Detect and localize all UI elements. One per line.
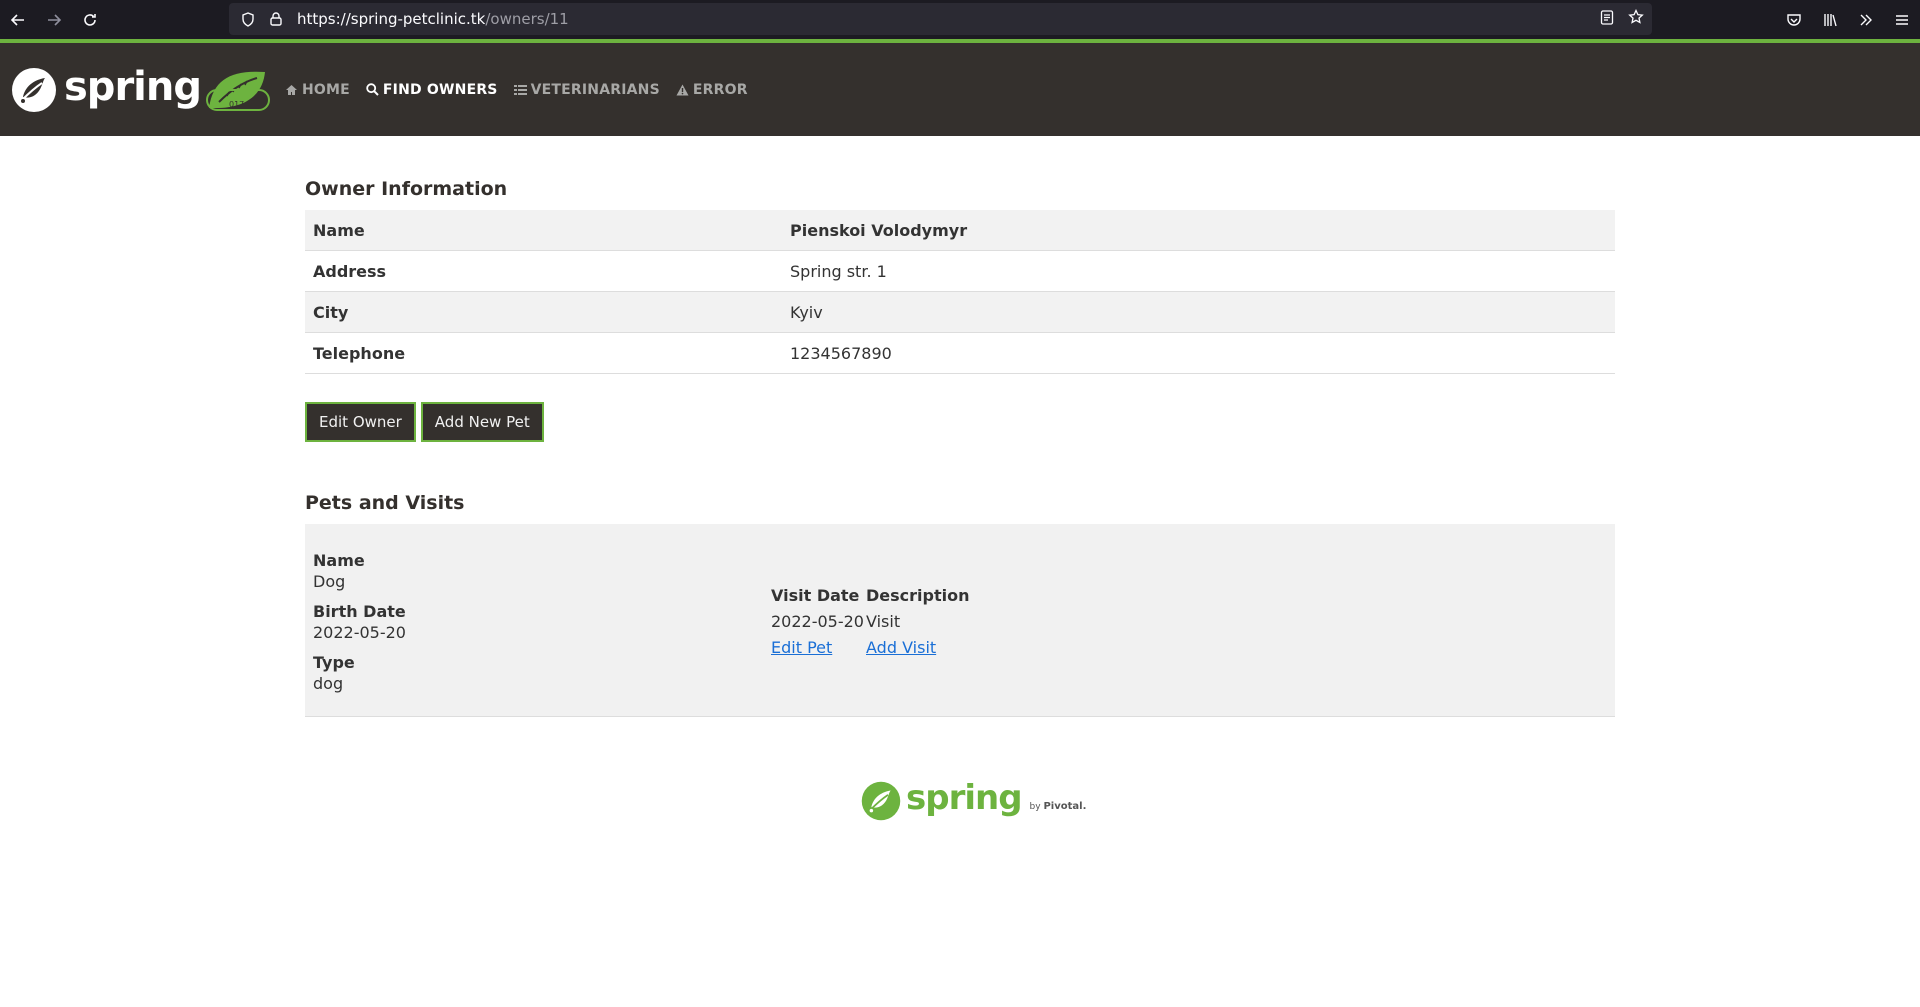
chevrons-right-icon [1860,14,1872,25]
pet-name-value: Dog [313,572,346,591]
pocket-icon [1787,13,1801,26]
visits-table: Visit Date Description 2022-05-20 Visit … [771,582,969,660]
reload-button[interactable] [72,0,108,39]
table-row: Telephone 1234567890 [305,332,1615,374]
pet-row: Name Dog Birth Date 2022-05-20 Type dog … [305,524,1615,717]
overflow-button[interactable] [1848,0,1884,39]
table-row: Name Pienskoi Volodymyr [305,210,1615,251]
pocket-button[interactable] [1776,0,1812,39]
pet-type-value: dog [313,674,344,693]
forward-arrow-icon [48,13,62,26]
back-button[interactable] [0,0,36,39]
browser-toolbar: https://spring-petclinic.tk/owners/11 [0,0,1920,39]
nav-find-owners-label: FIND OWNERS [382,81,498,98]
owner-address-value: Spring str. 1 [782,250,1615,292]
bookmark-star-icon[interactable] [1628,8,1644,29]
main-nav: HOME FIND OWNERS VETERINARIANS ERROR [277,82,756,98]
nav-find-owners[interactable]: FIND OWNERS [358,82,506,98]
footer-by: by [1029,801,1041,812]
visit-date-value: 2022-05-20 [771,611,864,631]
main-content: Owner Information Name Pienskoi Volodymy… [305,136,1615,717]
nav-home[interactable]: HOME [277,82,358,98]
warning-icon [676,84,689,95]
brand-logo[interactable]: spring 017 [10,43,271,136]
nav-veterinarians[interactable]: VETERINARIANS [506,82,668,98]
brand-text: spring [64,63,202,110]
edit-owner-button[interactable]: Edit Owner [305,402,416,442]
owner-info-table: Name Pienskoi Volodymyr Address Spring s… [305,210,1615,374]
owner-actions: Edit Owner Add New Pet [305,402,1615,442]
owner-city-value: Kyiv [782,291,1615,333]
nav-error[interactable]: ERROR [668,82,756,98]
forward-button[interactable] [36,0,72,39]
url-text[interactable]: https://spring-petclinic.tk/owners/11 [297,10,569,28]
owner-telephone-label: Telephone [305,332,782,374]
list-icon [513,84,527,95]
pet-type-label: Type [313,653,355,672]
search-icon [366,83,379,96]
owner-name-label: Name [305,210,782,251]
visit-row: 2022-05-20 Visit [771,608,969,634]
footer-pivotal: Pivotal. [1043,800,1087,812]
pet-birth-value: 2022-05-20 [313,623,406,642]
menu-button[interactable] [1884,0,1920,39]
library-button[interactable] [1812,0,1848,39]
pet-details: Name Dog Birth Date 2022-05-20 Type dog [313,551,406,704]
home-icon [286,84,297,95]
footer-logo: spring by Pivotal. [860,778,1087,822]
reader-view-icon[interactable] [1600,9,1614,29]
add-new-pet-button[interactable]: Add New Pet [420,402,544,442]
pets-visits-title: Pets and Visits [305,492,465,514]
owner-address-label: Address [305,250,782,292]
pet-actions: Edit Pet Add Visit [771,634,969,660]
visits-header: Visit Date Description [771,582,969,608]
nav-home-label: HOME [302,81,350,98]
footer-logo-text: spring [906,778,1023,818]
pet-name-label: Name [313,551,365,570]
footer-by-pivotal: by Pivotal. [1030,801,1087,812]
reload-icon [84,13,96,26]
description-header: Description [866,585,970,605]
owner-name-value: Pienskoi Volodymyr [782,210,1615,251]
nav-error-label: ERROR [692,81,748,98]
lock-icon[interactable] [265,3,287,35]
owner-info-title: Owner Information [305,178,508,200]
hamburger-menu-icon [1896,14,1908,25]
back-arrow-icon [10,13,24,26]
badge-text: 017 [229,100,244,109]
url-host: https://spring-petclinic.tk [297,10,486,28]
nav-veterinarians-label: VETERINARIANS [530,81,660,98]
add-visit-link[interactable]: Add Visit [866,638,936,657]
visit-date-header: Visit Date [771,585,860,605]
app-navbar: spring 017 HOME FIND OWNERS VETERINARIAN… [0,43,1920,136]
table-row: City Kyiv [305,291,1615,333]
edit-pet-link[interactable]: Edit Pet [771,638,832,657]
url-path: /owners/11 [485,10,569,28]
library-icon [1824,13,1837,26]
owner-telephone-value: 1234567890 [782,332,1615,374]
pet-birth-label: Birth Date [313,602,406,621]
spring-leaf-icon [12,67,56,112]
visit-description-value: Visit [866,611,901,631]
url-bar[interactable]: https://spring-petclinic.tk/owners/11 [229,3,1652,35]
spring-leaf-icon [861,781,901,821]
shield-icon[interactable] [237,3,259,35]
petclinic-badge-icon: 017 [206,71,270,111]
owner-city-label: City [305,291,782,333]
table-row: Address Spring str. 1 [305,250,1615,292]
